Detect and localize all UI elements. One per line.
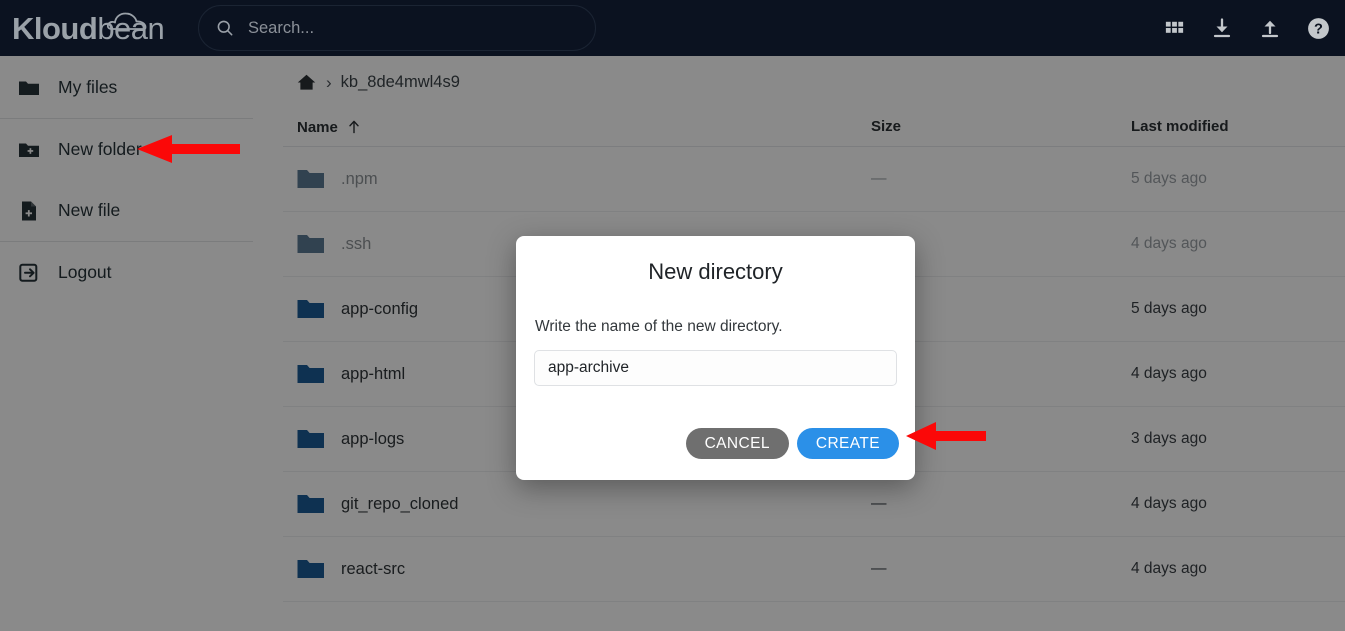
dialog-title: New directory: [648, 259, 783, 284]
dialog-message: Write the name of the new directory.: [535, 318, 783, 335]
search-input[interactable]: [248, 18, 595, 38]
topbar-actions: ?: [1161, 15, 1331, 41]
top-bar: Kloudbean Search... ?: [0, 0, 1345, 56]
cancel-button[interactable]: CANCEL: [685, 428, 789, 459]
cloud-icon: [106, 12, 147, 30]
new-directory-dialog: New directory Write the name of the new …: [516, 236, 915, 480]
logo-text-bold: Kloud: [12, 10, 98, 46]
kloudbean-logo[interactable]: Kloudbean: [12, 8, 176, 48]
search-bar[interactable]: [198, 5, 596, 51]
create-button[interactable]: CREATE: [796, 428, 899, 459]
arrow-create-button-annotation: [906, 422, 986, 450]
apps-grid-icon[interactable]: [1161, 15, 1187, 41]
svg-text:?: ?: [1314, 21, 1323, 37]
arrow-new-folder-annotation: [137, 135, 240, 163]
upload-icon[interactable]: [1257, 15, 1283, 41]
dialog-actions: CANCEL CREATE: [685, 428, 899, 459]
file-manager-app: Kloudbean Search... ? My files New folde…: [0, 0, 1345, 631]
directory-name-input[interactable]: [534, 350, 897, 386]
download-icon[interactable]: [1209, 15, 1235, 41]
help-icon[interactable]: ?: [1305, 15, 1331, 41]
search-icon: [217, 20, 233, 36]
dialog-input-wrapper: [534, 350, 897, 386]
